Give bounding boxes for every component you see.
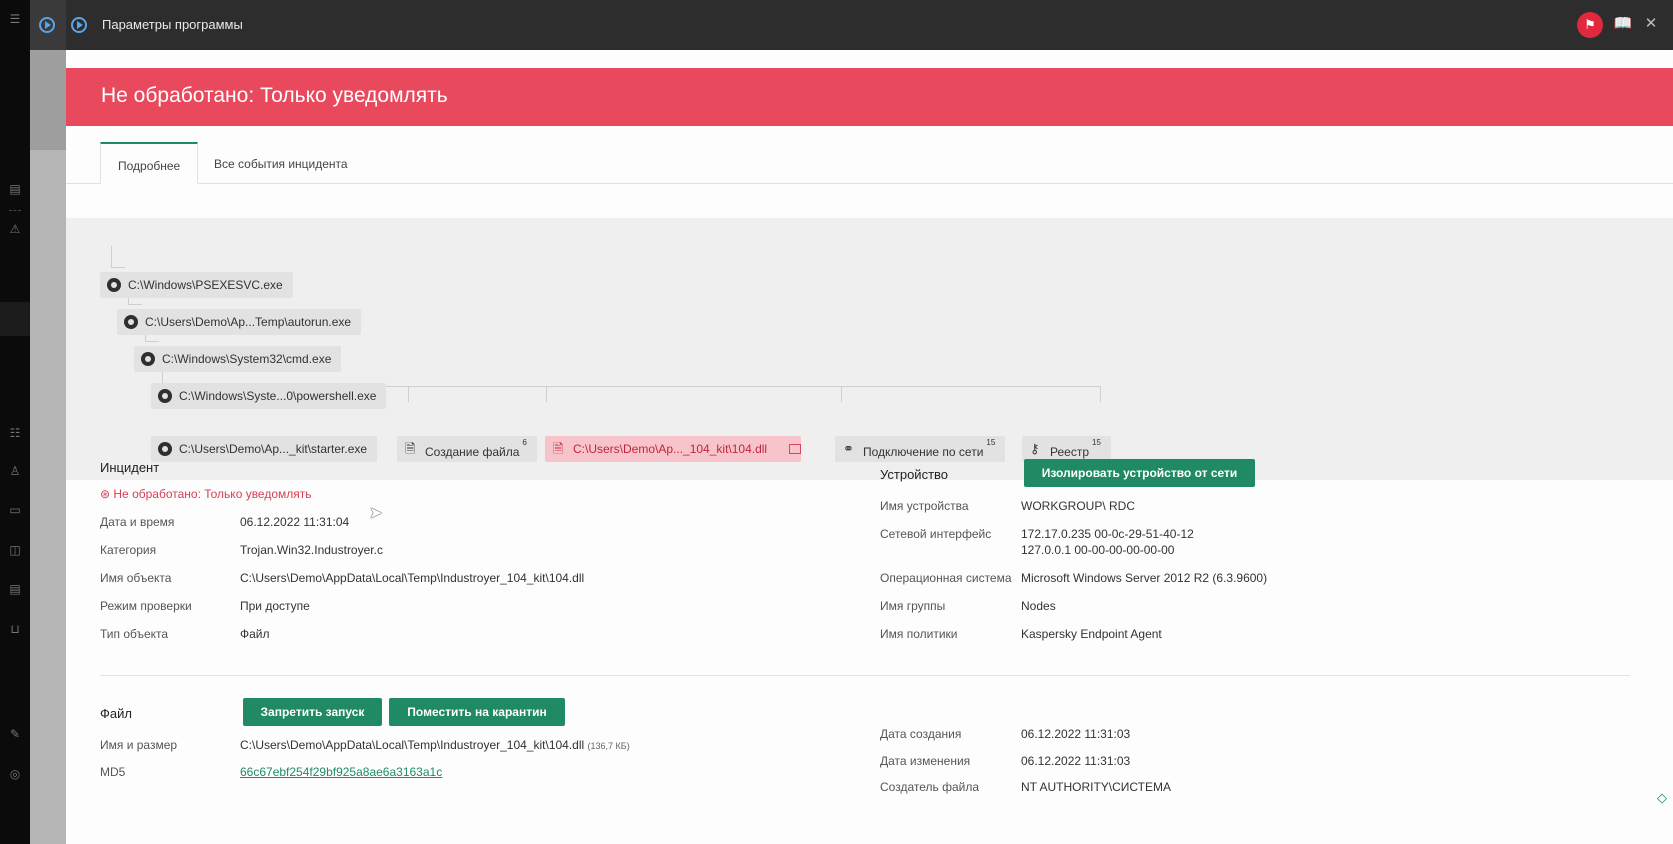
- field-label: Дата создания: [880, 727, 962, 741]
- quarantine-button[interactable]: Поместить на карантин: [389, 698, 565, 726]
- settings-play-icon: [71, 17, 87, 33]
- field-label: MD5: [100, 765, 126, 779]
- diamond-icon[interactable]: ◇: [1657, 790, 1673, 810]
- field-label: Дата изменения: [880, 754, 971, 768]
- alert-icon[interactable]: ⚠: [8, 222, 22, 236]
- tree-icon[interactable]: ☷: [8, 426, 22, 440]
- gear-icon: [158, 442, 172, 456]
- field-label: Имя и размер: [100, 738, 178, 752]
- field-value: 06.12.2022 11:31:03: [1021, 754, 1131, 768]
- field-value: WORKGROUP\ RDC: [1021, 499, 1135, 513]
- field-label: Режим проверки: [100, 599, 192, 613]
- block-launch-button[interactable]: Запретить запуск: [243, 698, 382, 726]
- mouse-cursor-icon: ➤: [369, 505, 383, 522]
- rail-divider: [9, 210, 21, 211]
- incident-status: ⊛ Не обработано: Только уведомлять: [100, 487, 312, 501]
- md5-link[interactable]: 66c67ebf254f29bf925a8ae6a3163a1c: [240, 765, 442, 779]
- incident-dialog: Не обработано: Только уведомлять Подробн…: [66, 50, 1673, 844]
- field-value: 06.12.2022 11:31:03: [1021, 727, 1131, 741]
- tree-node-autorun[interactable]: C:\Users\Demo\Ap...Temp\autorun.exe: [117, 309, 362, 335]
- title-bar-left-box: [30, 0, 66, 50]
- tree-leaf-starter[interactable]: C:\Users\Demo\Ap..._kit\starter.exe: [151, 436, 378, 462]
- tab-all-events[interactable]: Все события инцидента: [197, 142, 365, 184]
- file-icon: 🗎: [553, 441, 564, 456]
- book-icon[interactable]: 📖: [1613, 14, 1633, 34]
- tree-node-psexesvc[interactable]: C:\Windows\PSEXESVC.exe: [100, 272, 293, 298]
- tree-leaf-network[interactable]: ⚭ Подключение по сети15: [835, 436, 1006, 462]
- tab-bar: Подробнее Все события инцидента: [66, 142, 1673, 184]
- field-value: NT AUTHORITY\СИСТЕМА: [1021, 780, 1172, 794]
- tree-node-powershell[interactable]: C:\Windows\Syste...0\powershell.exe: [151, 383, 387, 409]
- network-icon: ⚭: [843, 441, 854, 456]
- rail-active-item[interactable]: [0, 302, 30, 336]
- field-value: Nodes: [1021, 599, 1056, 613]
- alert-box-icon: [789, 444, 802, 454]
- field-value: Kaspersky Endpoint Agent: [1021, 627, 1162, 641]
- section-divider: [100, 675, 1630, 676]
- field-label: Имя устройства: [880, 499, 969, 513]
- list-icon[interactable]: ▤: [8, 182, 22, 196]
- field-value: 127.0.0.1 00-00-00-00-00-00: [1021, 543, 1175, 557]
- device-section-title: Устройство: [880, 467, 949, 482]
- field-label: Имя политики: [880, 627, 958, 641]
- tree-leaf-104-dll[interactable]: 🗎 C:\Users\Demo\Ap..._104_kit\104.dll: [545, 436, 802, 462]
- status-banner: Не обработано: Только уведомлять: [66, 68, 1673, 126]
- storage-icon[interactable]: ▤: [8, 582, 22, 596]
- app-left-rail: ☰ ▤ ⚠ ☷ ♙ ▭ ◫ ▤ ⊔ ✎ ◎: [0, 0, 30, 844]
- gear-icon: [141, 352, 155, 366]
- field-label: Создатель файла: [880, 780, 980, 794]
- wrench-icon[interactable]: ✎: [8, 727, 22, 741]
- monitor-icon[interactable]: ▭: [8, 503, 22, 517]
- field-label: Категория: [100, 543, 157, 557]
- gear-icon: [124, 315, 138, 329]
- field-label: Имя группы: [880, 599, 946, 613]
- gear-icon: [158, 389, 172, 403]
- kaspersky-app-icon[interactable]: [39, 17, 55, 33]
- account-icon[interactable]: ◎: [8, 767, 22, 781]
- field-label: Операционная система: [880, 571, 1012, 585]
- background-panel: [30, 50, 66, 844]
- field-label: Тип объекта: [100, 627, 169, 641]
- field-value: Microsoft Windows Server 2012 R2 (6.3.96…: [1021, 571, 1268, 585]
- field-value: Trojan.Win32.Industroyer.c: [240, 543, 383, 557]
- file-section-title: Файл: [100, 706, 132, 721]
- field-label: Имя объекта: [100, 571, 172, 585]
- devices-icon[interactable]: ◫: [8, 543, 22, 557]
- flag-icon[interactable]: ⚑: [1577, 12, 1603, 38]
- process-tree: C:\Windows\PSEXESVC.exe C:\Users\Demo\Ap…: [66, 218, 1673, 480]
- field-value: 06.12.2022 11:31:04: [240, 515, 350, 529]
- field-value: C:\Users\Demo\AppData\Local\Temp\Industr…: [240, 571, 585, 585]
- gear-icon: [107, 278, 121, 292]
- user-icon[interactable]: ♙: [8, 464, 22, 478]
- isolate-device-button[interactable]: Изолировать устройство от сети: [1024, 459, 1255, 487]
- field-value: 172.17.0.235 00-0c-29-51-40-12: [1021, 527, 1194, 541]
- file-icon: 🗎: [405, 441, 416, 456]
- field-value: При доступе: [240, 599, 310, 613]
- incident-section-title: Инцидент: [100, 460, 160, 475]
- field-value: C:\Users\Demo\AppData\Local\Temp\Industr…: [240, 738, 630, 752]
- menu-icon[interactable]: ☰: [8, 12, 22, 26]
- basket-icon[interactable]: ⊔: [8, 622, 22, 636]
- tree-node-cmd[interactable]: C:\Windows\System32\cmd.exe: [134, 346, 342, 372]
- field-label: Сетевой интерфейс: [880, 527, 992, 541]
- title-bar: Параметры программы ⚑ 📖 ✕: [30, 0, 1673, 50]
- banner-title: Не обработано: Только уведомлять: [101, 84, 448, 107]
- tab-details[interactable]: Подробнее: [100, 142, 199, 184]
- field-value: Файл: [240, 627, 270, 641]
- tree-leaf-file-creation[interactable]: 🗎 Создание файла6: [397, 436, 537, 462]
- close-icon[interactable]: ✕: [1641, 14, 1661, 34]
- field-label: Дата и время: [100, 515, 175, 529]
- window-title: Параметры программы: [102, 17, 243, 32]
